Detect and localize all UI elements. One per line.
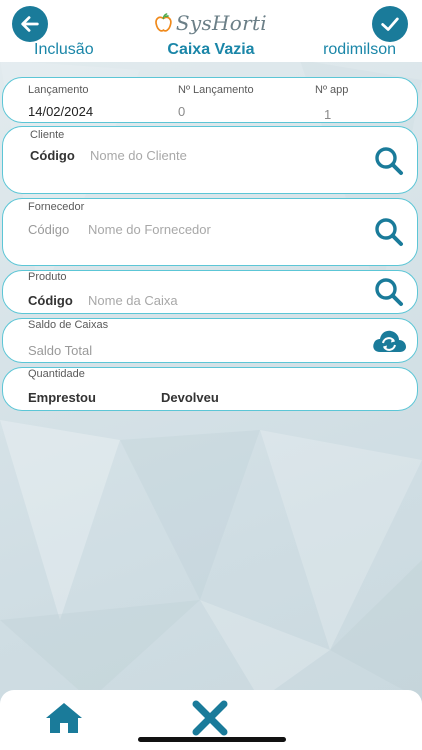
- home-indicator: [138, 737, 286, 742]
- home-button[interactable]: [42, 698, 86, 738]
- product-name-field[interactable]: Nome da Caixa: [88, 293, 178, 308]
- app-header: SysHorti Inclusão Caixa Vazia rodimilson: [0, 0, 422, 62]
- launch-date-label: Lançamento: [28, 84, 89, 96]
- client-search-button[interactable]: [371, 143, 407, 179]
- cloud-refresh-icon: [373, 330, 406, 352]
- search-icon: [375, 218, 403, 246]
- back-button[interactable]: [12, 6, 48, 42]
- launch-card: Lançamento 14/02/2024 Nº Lançamento 0 Nº…: [2, 77, 418, 123]
- brand-logo: SysHorti: [155, 6, 267, 40]
- supplier-search-button[interactable]: [371, 214, 407, 250]
- user-name: rodimilson: [323, 41, 396, 58]
- client-code-field[interactable]: Código: [30, 148, 75, 163]
- client-name-field[interactable]: Nome do Cliente: [90, 148, 187, 163]
- confirm-button[interactable]: [372, 6, 408, 42]
- check-icon: [381, 17, 399, 31]
- returned-field[interactable]: Devolveu: [161, 390, 219, 405]
- refresh-balance-button[interactable]: [371, 323, 407, 359]
- cancel-button[interactable]: [188, 696, 232, 740]
- arrow-left-icon: [21, 16, 39, 32]
- launch-number-label: Nº Lançamento: [178, 84, 254, 96]
- search-icon: [375, 278, 403, 306]
- launch-number-value: 0: [178, 104, 186, 119]
- client-card: Cliente Código Nome do Cliente: [2, 126, 418, 194]
- lent-field[interactable]: Emprestou: [28, 390, 96, 405]
- supplier-card: Fornecedor Código Nome do Fornecedor: [2, 198, 418, 266]
- home-icon: [46, 703, 82, 733]
- balance-section-label: Saldo de Caixas: [28, 319, 109, 331]
- client-section-label: Cliente: [30, 129, 65, 141]
- balance-total-label: Saldo Total: [28, 343, 93, 358]
- supplier-code-field[interactable]: Código: [28, 222, 69, 237]
- product-section-label: Produto: [28, 271, 67, 283]
- product-code-field[interactable]: Código: [28, 293, 73, 308]
- launch-date-value[interactable]: 14/02/2024: [28, 104, 93, 119]
- quantity-card: Quantidade Emprestou Devolveu: [2, 367, 418, 411]
- balance-card: Saldo de Caixas Saldo Total: [2, 318, 418, 363]
- brand-name: SysHorti: [175, 11, 267, 35]
- search-icon: [375, 147, 403, 175]
- supplier-name-field[interactable]: Nome do Fornecedor: [88, 222, 211, 237]
- supplier-section-label: Fornecedor: [28, 201, 85, 213]
- product-card: Produto Código Nome da Caixa: [2, 270, 418, 314]
- quantity-section-label: Quantidade: [28, 368, 85, 380]
- app-number-label: Nº app: [315, 84, 349, 96]
- product-search-button[interactable]: [371, 274, 407, 310]
- close-icon: [192, 700, 228, 736]
- app-number-value: 1: [324, 107, 332, 122]
- apple-logo-icon: [155, 13, 172, 32]
